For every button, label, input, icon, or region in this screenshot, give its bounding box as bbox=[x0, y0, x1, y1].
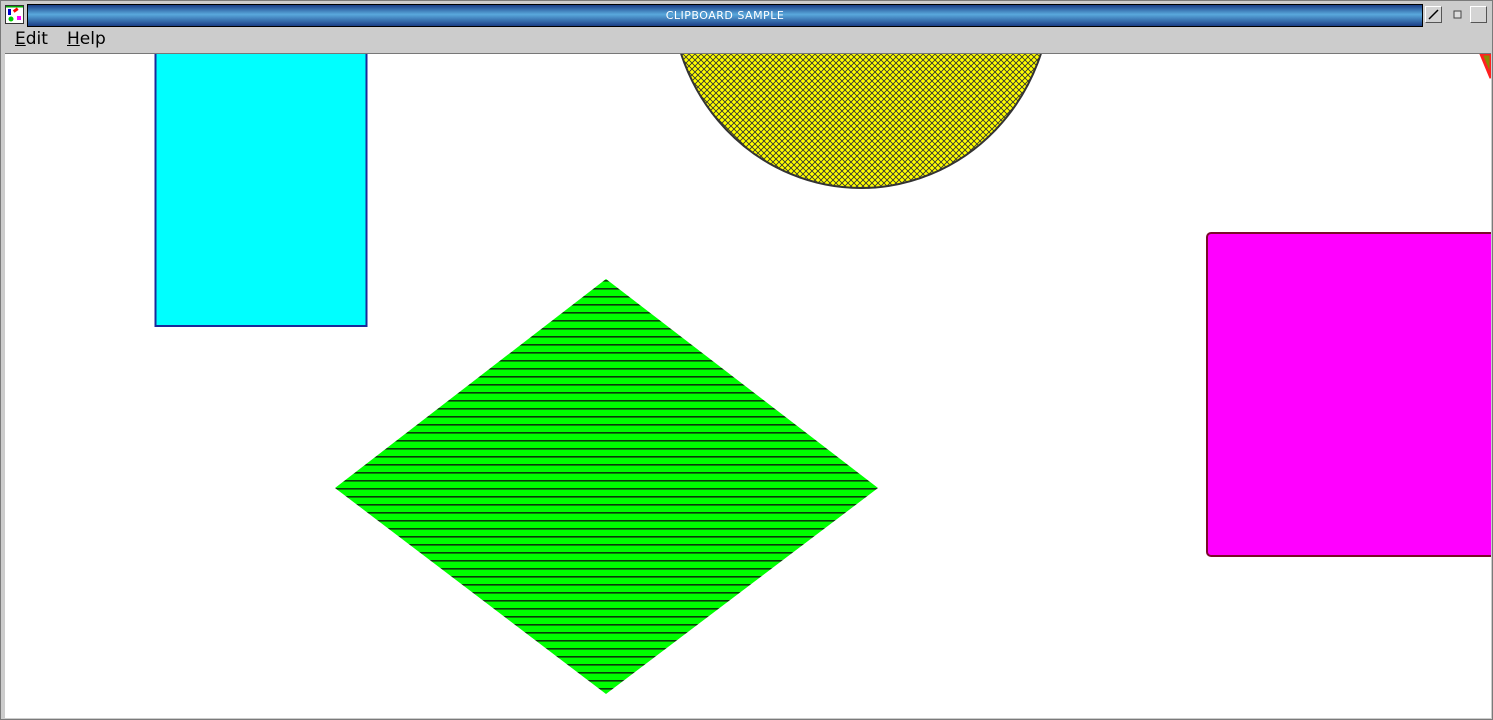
menu-label: Help bbox=[67, 29, 106, 49]
cyan-rectangle[interactable] bbox=[154, 54, 368, 327]
application-window: CLIPBOARD SAMPLE Edit Help bbox=[0, 0, 1493, 720]
green-diamond[interactable] bbox=[335, 279, 878, 694]
red-shape-fragment[interactable] bbox=[1479, 54, 1491, 79]
maximize-button[interactable] bbox=[1470, 6, 1487, 23]
title-bar[interactable]: CLIPBOARD SAMPLE bbox=[27, 4, 1423, 27]
menu-bar: Edit Help bbox=[3, 27, 1491, 52]
system-menu-icon[interactable] bbox=[5, 5, 24, 24]
menu-label: Edit bbox=[15, 29, 48, 49]
menu-help[interactable]: Help bbox=[67, 29, 106, 49]
drawing-canvas[interactable] bbox=[5, 53, 1491, 718]
restore-button[interactable] bbox=[1449, 6, 1466, 23]
menu-edit[interactable]: Edit bbox=[15, 29, 48, 49]
magenta-rectangle[interactable] bbox=[1206, 232, 1491, 557]
yellow-ellipse[interactable] bbox=[671, 54, 1051, 189]
minimize-button[interactable] bbox=[1425, 6, 1442, 23]
